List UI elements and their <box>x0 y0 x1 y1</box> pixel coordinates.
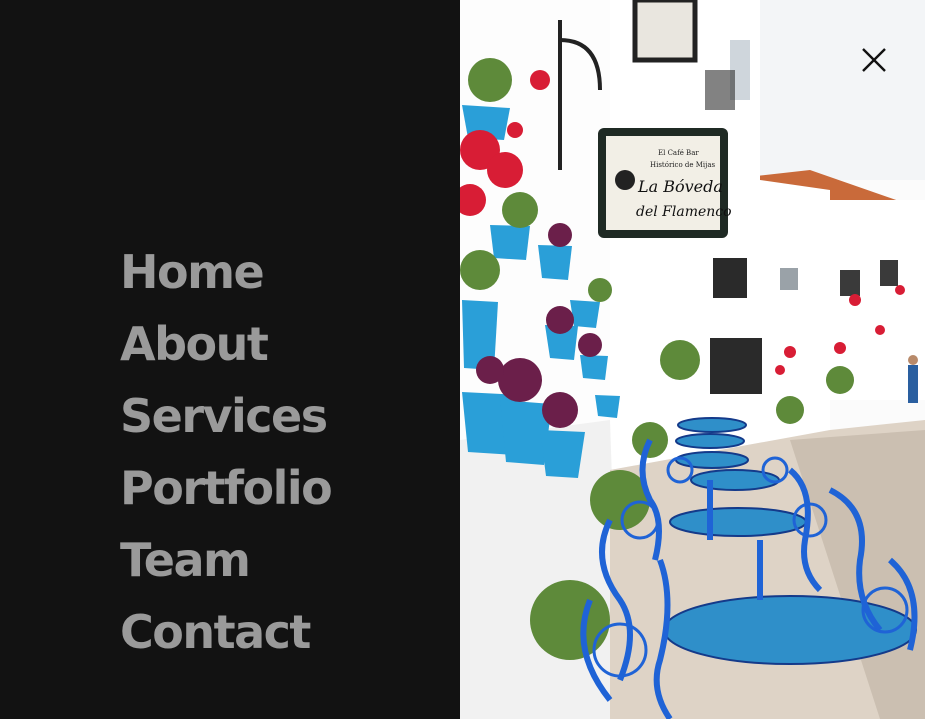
menu-item-about[interactable]: About <box>120 308 331 380</box>
menu-panel: Home About Services Portfolio Team Conta… <box>0 0 460 719</box>
menu-item-portfolio[interactable]: Portfolio <box>120 452 333 524</box>
sign-line-3: La Bóveda <box>637 177 723 196</box>
menu-item-home[interactable]: Home <box>120 236 331 308</box>
sign-line-4: del Flamenco <box>636 204 732 220</box>
close-icon <box>862 48 886 72</box>
sign-line-2: Histórico de Mijas <box>650 161 716 169</box>
sign-line-1: El Café Bar <box>658 149 699 157</box>
menu-item-team[interactable]: Team <box>120 524 331 596</box>
street-scene-image: El Café Bar Histórico de Mijas La Bóveda… <box>460 0 925 719</box>
main-navigation: Home About Services Portfolio Team Conta… <box>120 236 333 668</box>
menu-item-services[interactable]: Services <box>120 380 331 452</box>
close-button[interactable] <box>852 38 896 82</box>
hero-photo: El Café Bar Histórico de Mijas La Bóveda… <box>460 0 925 719</box>
menu-item-contact[interactable]: Contact <box>120 596 331 668</box>
